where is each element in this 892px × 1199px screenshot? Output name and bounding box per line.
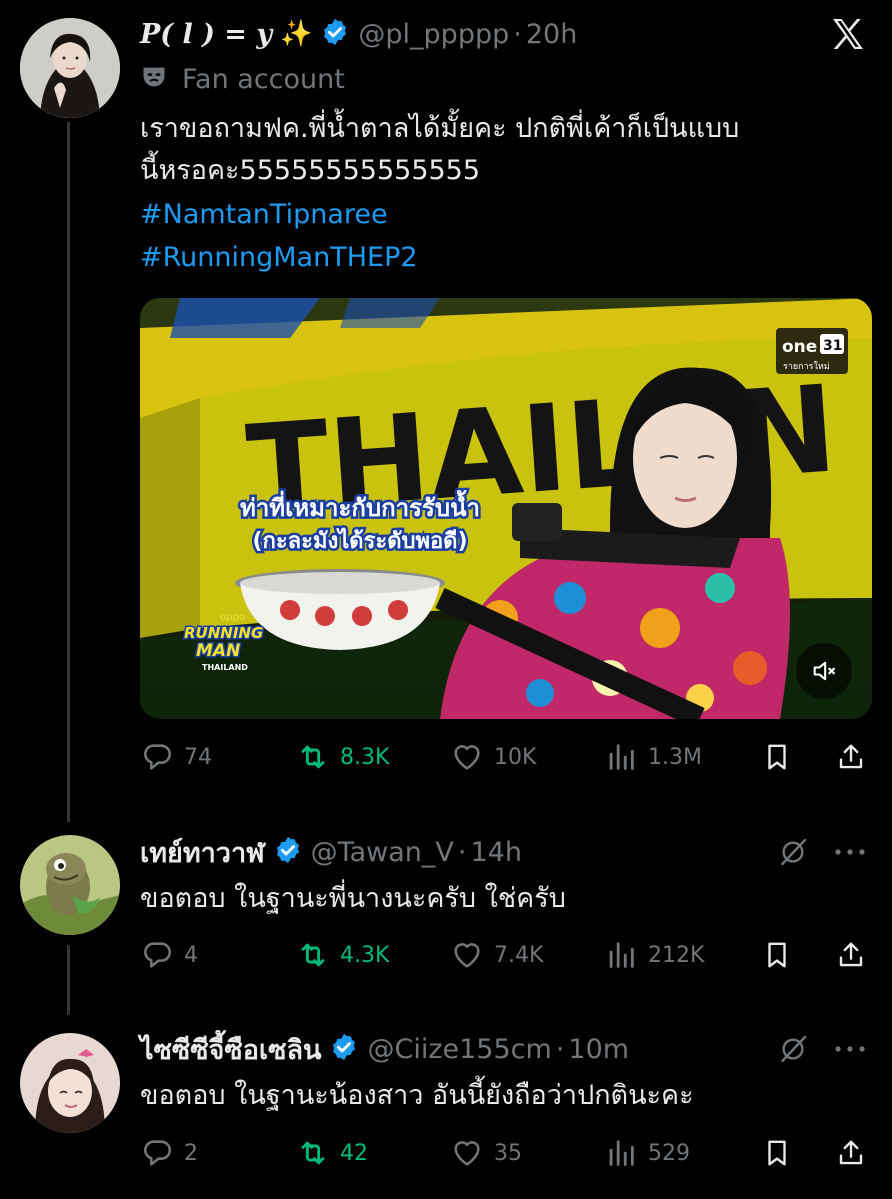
avatar[interactable] [20, 1033, 120, 1133]
reply-author-handle[interactable]: @Ciize155cm [367, 1034, 551, 1065]
heart-icon [454, 1141, 480, 1166]
bookmark-icon[interactable] [760, 740, 794, 774]
close-x-icon[interactable] [824, 12, 872, 56]
reply-timestamp[interactable]: 14h [470, 837, 521, 868]
channel-subtitle: รายการใหม่ [783, 361, 830, 372]
reply-button[interactable]: 74 [140, 740, 212, 774]
verified-badge-icon [320, 17, 350, 51]
reply-count: 74 [184, 744, 212, 770]
like-button[interactable]: 35 [450, 1136, 522, 1170]
like-button[interactable]: 7.4K [450, 938, 543, 972]
reply-author-handle[interactable]: @Tawan_V [311, 837, 454, 868]
author-name[interactable]: P( l ) = y [140, 19, 272, 50]
repost-button[interactable]: 8.3K [296, 740, 389, 774]
repost-button[interactable]: 4.3K [296, 938, 389, 972]
views-count: 529 [648, 1140, 690, 1166]
heart-icon [454, 745, 480, 770]
grok-icon[interactable] [775, 834, 811, 870]
share-icon[interactable] [834, 1136, 868, 1170]
reply-header: เทย์ทาวาฬ @Tawan_V · 14h [140, 832, 522, 872]
views-button[interactable]: 212K [604, 938, 704, 972]
avatar[interactable] [20, 835, 120, 935]
reply-header: ไซซีซีจี้ซือเซลิน @Ciize155cm · 10m [140, 1029, 629, 1069]
views-count: 1.3M [648, 744, 702, 770]
separator-dot: · [457, 836, 467, 868]
repost-button[interactable]: 42 [296, 1136, 368, 1170]
tweet-text-line2: นี้หรอคะ55555555555555 [140, 155, 481, 186]
reply-author-name[interactable]: เทย์ทาวาฬ [140, 831, 265, 874]
repost-count: 42 [340, 1140, 368, 1166]
like-count: 10K [494, 744, 537, 770]
heart-icon [454, 943, 480, 968]
separator-dot: · [555, 1033, 565, 1065]
show-logo-running: RUNNING [184, 624, 263, 642]
tweet-text-line1: เราขอถามฟค.พี่น้ำตาลได้มั้ยคะ ปกติพี่เค้… [140, 113, 740, 144]
reply-count: 4 [184, 942, 198, 968]
reply-icon [144, 1140, 171, 1166]
verified-badge-icon [273, 835, 303, 869]
mute-icon[interactable] [796, 643, 852, 699]
reply-author-name[interactable]: ไซซีซีจี้ซือเซลิน [140, 1028, 321, 1071]
sparkle-emoji: ✨ [280, 19, 313, 49]
reply-text: ขอตอบ ในฐานะน้องสาว อันนี้ยังถือว่าปกติน… [140, 1080, 694, 1111]
video-caption-line2: (กะละมังได้ระดับพอดี) [252, 527, 467, 554]
avatar[interactable] [20, 18, 120, 118]
reply-count: 2 [184, 1140, 198, 1166]
share-icon[interactable] [834, 938, 868, 972]
grok-icon[interactable] [775, 1031, 811, 1067]
tweet-header: P( l ) = y ✨ @pl_ppppp · 20h [140, 14, 577, 54]
bookmark-icon[interactable] [760, 1136, 794, 1170]
reply-button[interactable]: 4 [140, 938, 198, 972]
views-count: 212K [648, 942, 705, 968]
repost-icon [301, 943, 325, 967]
video-frame: THAILAN ท่าที่เหมาะกับการรับน้ำ (กะละมัง… [140, 298, 872, 719]
reply-icon [144, 744, 171, 770]
views-chart-icon [609, 744, 634, 770]
video-caption-line1: ท่าที่เหมาะกับการรับน้ำ [240, 489, 480, 522]
share-icon[interactable] [834, 740, 868, 774]
timestamp[interactable]: 20h [526, 19, 577, 50]
more-options-icon[interactable] [830, 834, 870, 870]
reply-button[interactable]: 2 [140, 1136, 198, 1170]
author-handle[interactable]: @pl_ppppp [358, 19, 509, 50]
account-label-text: Fan account [182, 63, 345, 95]
repost-count: 4.3K [340, 942, 390, 968]
views-chart-icon [609, 1140, 634, 1166]
more-options-icon[interactable] [830, 1031, 870, 1067]
video-player[interactable]: THAILAN ท่าที่เหมาะกับการรับน้ำ (กะละมัง… [140, 298, 872, 719]
channel-number: 31 [823, 338, 842, 354]
like-button[interactable]: 10K [450, 740, 536, 774]
views-button[interactable]: 1.3M [604, 740, 702, 774]
separator-dot: · [513, 18, 522, 50]
show-logo-man: MAN [196, 641, 240, 661]
like-count: 35 [494, 1140, 522, 1166]
views-chart-icon [609, 942, 634, 968]
bookmark-icon[interactable] [760, 938, 794, 972]
verified-badge-icon [329, 1032, 359, 1066]
hashtag-link[interactable]: #NamtanTipnaree [140, 194, 388, 236]
mask-icon [140, 63, 168, 95]
repost-icon [301, 745, 325, 769]
reply-icon [144, 942, 171, 968]
account-label: Fan account [140, 60, 345, 98]
hashtag-link[interactable]: #RunningManTHEP2 [140, 237, 418, 279]
show-logo-thailand: THAILAND [202, 663, 248, 672]
show-logo-sponsor: oppo [220, 612, 245, 623]
views-button[interactable]: 529 [604, 1136, 690, 1170]
channel-logo: one [782, 337, 817, 357]
reply-timestamp[interactable]: 10m [568, 1034, 629, 1065]
thread-line [67, 122, 70, 822]
reply-text: ขอตอบ ในฐานะพี่นางนะครับ ใช่ครับ [140, 883, 566, 914]
like-count: 7.4K [494, 942, 544, 968]
thread-line [67, 945, 70, 1015]
repost-icon [301, 1141, 325, 1165]
repost-count: 8.3K [340, 744, 390, 770]
